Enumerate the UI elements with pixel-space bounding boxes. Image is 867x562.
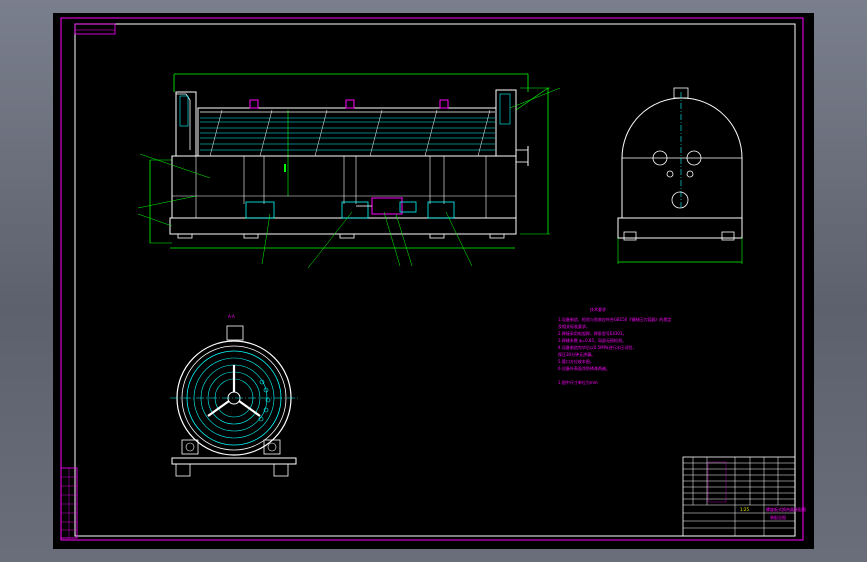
drawing-title: 螺旋板式换热器装配图 [766, 506, 806, 512]
saddle-support [427, 201, 455, 219]
notes-heading: 技术要求 [590, 306, 606, 312]
cad-drawing: A-A 技术要求 1.设备制造、检验与验收应符合GB150《钢制压力容器》的规定… [60, 17, 806, 541]
corner-code-box [74, 23, 116, 35]
base-frame [169, 217, 517, 235]
top-nozzle [345, 99, 355, 109]
drive-motor [371, 197, 403, 215]
top-nozzle [249, 99, 259, 109]
shell-body [197, 107, 497, 157]
inner-frame [74, 23, 796, 537]
title-block: 1:25 螺旋板式换热器装配图 装配总图 [682, 456, 806, 537]
left-head [175, 91, 197, 157]
side-nozzle [515, 149, 529, 163]
note-line: 3.焊缝系数 φ=0.85，局部无损检测。 [558, 337, 626, 343]
right-head [495, 89, 517, 157]
note-line: 4.设备制造完毕后以0.5MPa进行水压试验， [558, 344, 636, 350]
side-base [617, 217, 743, 239]
note-line: 5.管口方位按本图。 [558, 358, 594, 364]
note-line: 6.设备外表面涂防锈漆两遍。 [558, 365, 610, 371]
note-line: 及相关标准要求。 [558, 323, 590, 329]
note-line: 1.设备制造、检验与验收应符合GB150《钢制压力容器》的规定 [558, 316, 671, 322]
sheet-name: 装配总图 [770, 514, 786, 520]
note-line: 保压30分钟无渗漏。 [558, 351, 595, 357]
note-line: 2.焊接采用电弧焊，焊条型号E4303。 [558, 330, 627, 336]
section-view-label: A-A [228, 314, 235, 319]
section-view: A-A [170, 314, 298, 477]
side-view [617, 87, 743, 264]
top-nozzle [439, 99, 449, 109]
saddle-support [341, 201, 369, 219]
title-scale: 1:25 [740, 507, 749, 512]
front-view [137, 73, 561, 269]
notes-footer: 1.图中尺寸单位为mm [558, 379, 598, 385]
technical-notes: 技术要求 1.设备制造、检验与验收应符合GB150《钢制压力容器》的规定 及相关… [558, 306, 671, 385]
